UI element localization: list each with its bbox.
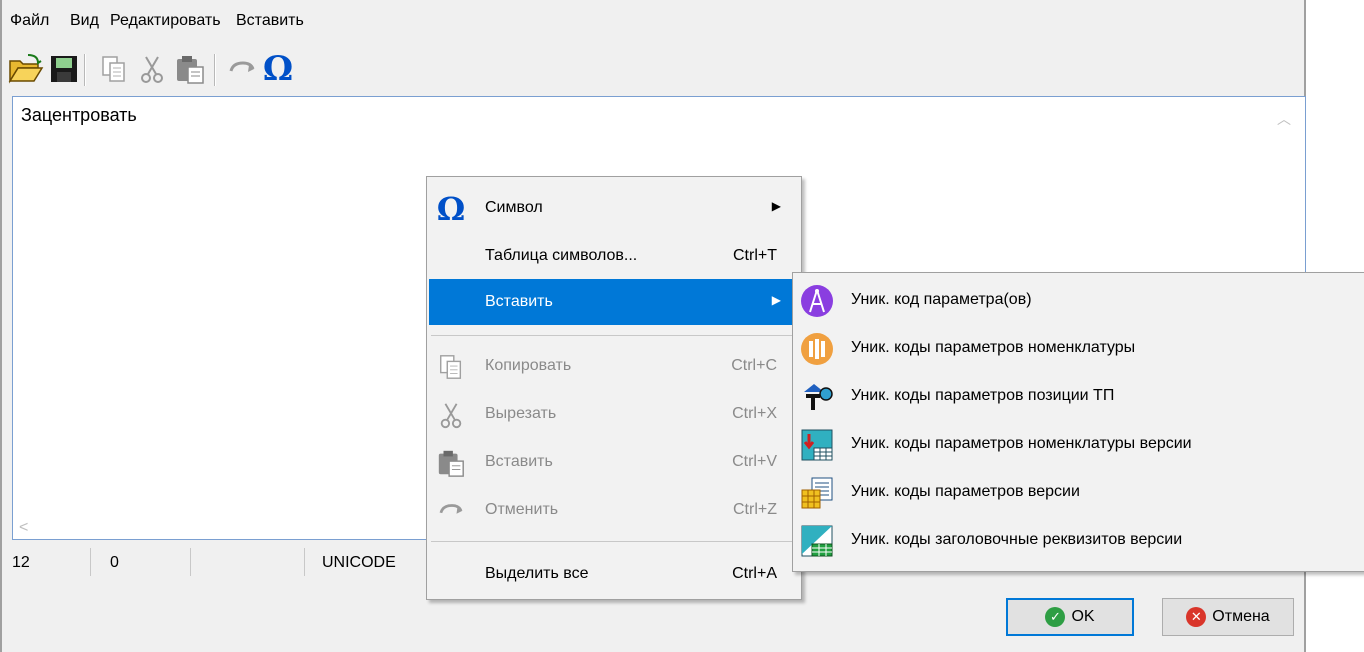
submenu-item-label: Уник. коды параметров номенклатуры: [851, 339, 1136, 356]
submenu-item-label: Уник. код параметра(ов): [851, 291, 1032, 308]
paste-icon: [433, 445, 469, 481]
status-divider: [90, 548, 91, 576]
undo-icon: [433, 493, 469, 529]
submenu-item-label: Уник. коды параметров номенклатуры верси…: [851, 435, 1192, 452]
ctx-item-shortcut: Ctrl+V: [732, 453, 777, 470]
scroll-left-arrow-icon[interactable]: <: [19, 519, 28, 537]
ctx-item-shortcut: Ctrl+T: [733, 247, 777, 264]
checkmark-icon: ✓: [1045, 607, 1066, 627]
submenu-arrow-icon: ▶: [771, 293, 781, 307]
ctx-item-copy[interactable]: Копировать Ctrl+C: [429, 343, 799, 389]
submenu-item-param-code[interactable]: Уник. код параметра(ов): [795, 277, 1363, 325]
omega-icon: Ω: [436, 190, 466, 228]
ctx-item-undo[interactable]: Отменить Ctrl+Z: [429, 487, 799, 533]
version-table-icon: [799, 427, 835, 463]
ctx-item-shortcut: Ctrl+X: [732, 405, 777, 422]
cut-icon[interactable]: [132, 49, 172, 89]
ok-button[interactable]: ✓ OK: [1006, 598, 1134, 636]
submenu-arrow-icon: ▶: [771, 199, 781, 213]
menu-view[interactable]: Вид: [70, 12, 99, 30]
ctx-item-label: Символ: [485, 199, 543, 216]
ctx-item-label: Копировать: [485, 357, 572, 374]
omega-icon[interactable]: Ω: [258, 49, 298, 89]
menu-file[interactable]: Файл: [10, 12, 49, 30]
version-list-icon: [799, 475, 835, 511]
submenu-item-nomenclature-params[interactable]: Уник. коды параметров номенклатуры: [795, 325, 1363, 373]
ctx-item-paste[interactable]: Вставить Ctrl+V: [429, 439, 799, 485]
status-line: 12: [12, 554, 30, 571]
ctx-item-label: Вырезать: [485, 405, 557, 422]
status-divider: [190, 548, 191, 576]
ctx-item-insert[interactable]: Вставить ▶: [429, 279, 799, 325]
toolbar: Ω: [2, 46, 1304, 96]
ctx-item-label: Вставить: [485, 293, 553, 310]
status-encoding: UNICODE: [322, 554, 396, 571]
insert-submenu: Уник. код параметра(ов) Уник. коды парам…: [792, 272, 1364, 572]
cancel-button-label: Отмена: [1212, 608, 1270, 625]
compass-icon: [799, 283, 835, 319]
menu-separator: [431, 335, 797, 336]
context-menu: Ω Символ ▶ Таблица символов... Ctrl+T Вс…: [426, 176, 802, 600]
close-icon: ✕: [1186, 607, 1207, 627]
ctx-item-cut[interactable]: Вырезать Ctrl+X: [429, 391, 799, 437]
header-requisites-icon: [799, 523, 835, 559]
scroll-up-arrow-icon[interactable]: ︿: [1277, 109, 1291, 129]
ctx-item-select-all[interactable]: Выделить все Ctrl+A: [429, 551, 799, 597]
cut-icon: [433, 397, 469, 433]
paste-icon[interactable]: [170, 49, 210, 89]
ctx-item-symbol[interactable]: Ω Символ ▶: [429, 185, 799, 231]
ctx-item-label: Выделить все: [485, 565, 589, 582]
menu-edit[interactable]: Редактировать: [110, 12, 221, 30]
tp-position-icon: [799, 379, 835, 415]
submenu-item-tp-position-params[interactable]: Уник. коды параметров позиции ТП: [795, 373, 1363, 421]
undo-icon[interactable]: [222, 49, 262, 89]
copy-icon: [433, 349, 469, 385]
ok-button-label: OK: [1071, 608, 1095, 625]
menu-bar: Файл Вид Редактировать Вставить: [2, 0, 1304, 46]
submenu-item-header-requisites[interactable]: Уник. коды заголовочные реквизитов верси…: [795, 517, 1363, 565]
cancel-button[interactable]: ✕ Отмена: [1162, 598, 1294, 636]
submenu-item-nomenclature-version-params[interactable]: Уник. коды параметров номенклатуры верси…: [795, 421, 1363, 469]
ctx-item-shortcut: Ctrl+Z: [733, 501, 777, 518]
editor-text: Зацентровать: [21, 105, 137, 125]
save-icon[interactable]: [44, 49, 84, 89]
nomenclature-icon: [799, 331, 835, 367]
ctx-item-symbol-table[interactable]: Таблица символов... Ctrl+T: [429, 233, 799, 279]
status-divider: [304, 548, 305, 576]
ctx-item-label: Вставить: [485, 453, 553, 470]
ctx-item-label: Таблица символов...: [485, 247, 638, 264]
menu-separator: [431, 541, 797, 542]
status-column: 0: [110, 554, 119, 571]
ctx-item-label: Отменить: [485, 501, 559, 518]
submenu-item-label: Уник. коды заголовочные реквизитов верси…: [851, 531, 1183, 548]
toolbar-separator: [84, 54, 86, 86]
open-folder-icon[interactable]: [6, 49, 46, 89]
submenu-item-label: Уник. коды параметров версии: [851, 483, 1080, 500]
submenu-item-version-params[interactable]: Уник. коды параметров версии: [795, 469, 1363, 517]
menu-insert[interactable]: Вставить: [236, 12, 304, 30]
copy-icon[interactable]: [94, 49, 134, 89]
submenu-item-label: Уник. коды параметров позиции ТП: [851, 387, 1115, 404]
ctx-item-shortcut: Ctrl+C: [731, 357, 777, 374]
toolbar-separator: [214, 54, 216, 86]
ctx-item-shortcut: Ctrl+A: [732, 565, 777, 582]
